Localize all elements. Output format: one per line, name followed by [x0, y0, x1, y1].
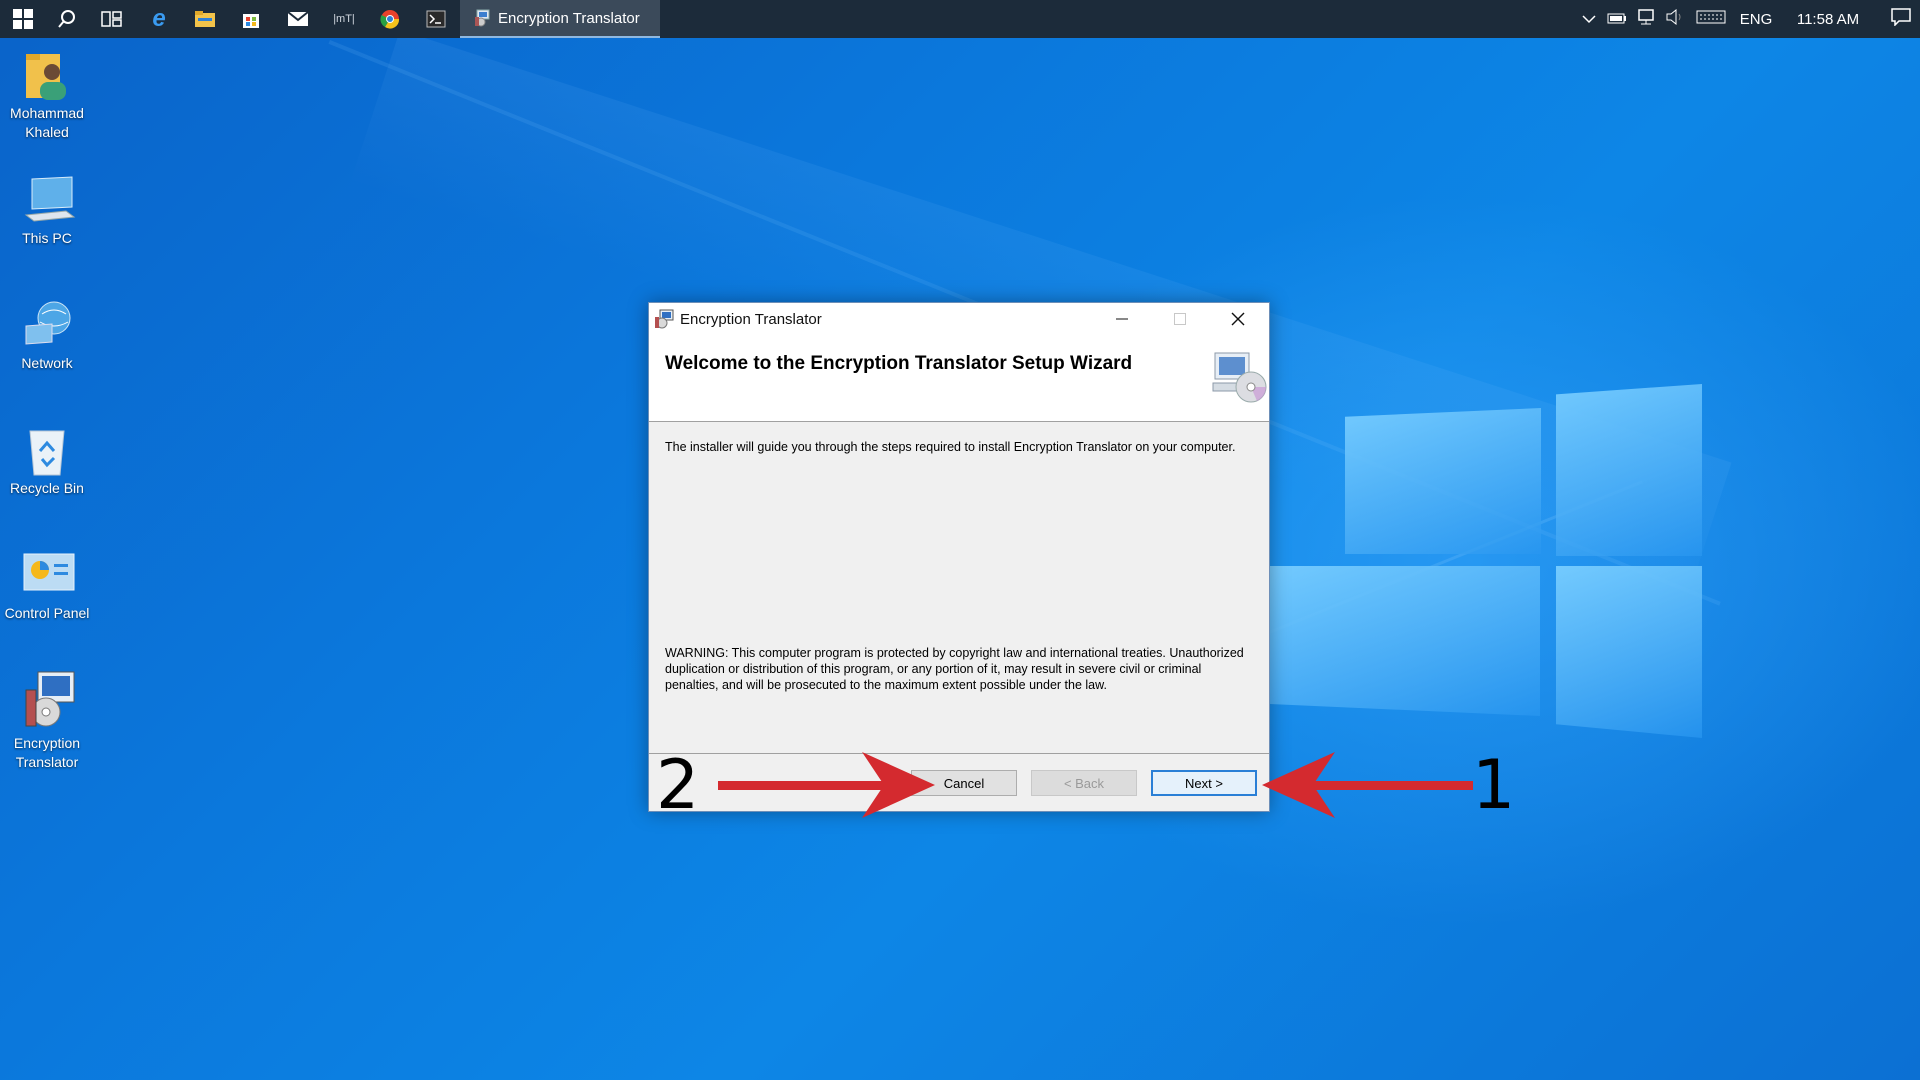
- arrow-to-next: [1262, 752, 1473, 818]
- annotation-number-2: 2: [656, 746, 700, 825]
- annotation-number-1: 1: [1472, 746, 1516, 825]
- arrow-to-cancel: [718, 752, 935, 818]
- annotation-overlay: [718, 752, 1473, 818]
